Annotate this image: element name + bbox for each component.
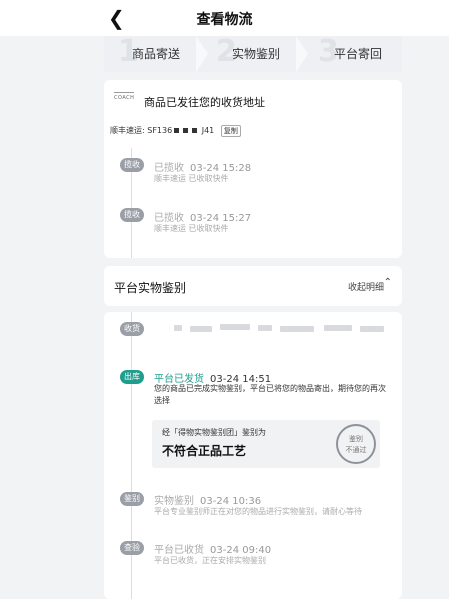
tracking-prefix: 顺丰速运: SF136 xyxy=(110,126,173,135)
tracking-suffix: J41 xyxy=(201,126,215,135)
event-title: 已揽收 03-24 15:27 xyxy=(154,209,251,224)
step-divider xyxy=(296,36,308,72)
verdict-label: 经「得物实物鉴别团」鉴别为 xyxy=(162,428,266,437)
event-desc: 平台已收货，正在安排实物鉴别 xyxy=(154,556,266,565)
blurred-text xyxy=(190,326,212,332)
authentication-section-header[interactable]: 平台实物鉴别 收起明细 ⌃ xyxy=(104,266,402,306)
event-desc: 您的商品已完成实物鉴别，平台已将您的物品寄出，期待您的再次选择 xyxy=(154,384,386,405)
status-badge: 揽收 xyxy=(120,208,144,222)
verdict-box: 经「得物实物鉴别团」鉴别为 不符合正品工艺 鉴别 不通过 xyxy=(152,420,380,468)
blurred-text xyxy=(220,324,250,330)
logo-rule xyxy=(114,92,134,93)
chevron-up-icon[interactable]: ⌃ xyxy=(384,277,392,288)
blurred-text xyxy=(360,326,384,332)
collapse-toggle[interactable]: 收起明细 xyxy=(348,280,384,293)
status-badge: 揽收 xyxy=(120,158,144,172)
verdict-result: 不符合正品工艺 xyxy=(162,444,247,458)
stamp-line: 不通过 xyxy=(345,446,367,454)
blurred-text xyxy=(324,325,352,331)
step-label: 商品寄送 xyxy=(132,47,181,61)
event-desc: 顺丰速运 已收取快件 xyxy=(154,174,229,183)
shipment-card: COACH 商品已发往您的收货地址 顺丰速运: SF136 J41 复制 揽收 … xyxy=(104,80,402,258)
blurred-text xyxy=(174,325,182,331)
status-badge: 鉴别 xyxy=(120,492,144,506)
event-title: 已揽收 03-24 15:28 xyxy=(154,159,251,174)
page-title: 查看物流 xyxy=(196,12,253,28)
blurred-text xyxy=(258,325,272,331)
tracking-number: 顺丰速运: SF136 J41 复制 xyxy=(110,125,241,137)
step-divider xyxy=(196,36,208,72)
step-label: 平台寄回 xyxy=(334,47,383,61)
event-desc: 顺丰速运 已收取快件 xyxy=(154,224,229,233)
timeline-line xyxy=(131,312,132,599)
event-title: 实物鉴别 03-24 10:36 xyxy=(154,492,261,507)
shipment-title: 商品已发往您的收货地址 xyxy=(144,96,265,109)
progress-steps: 1 商品寄送 2 实物鉴别 3 平台寄回 xyxy=(104,34,402,72)
masked-digit xyxy=(174,128,180,133)
blurred-text xyxy=(280,326,314,332)
masked-digit xyxy=(183,128,189,133)
event-title: 平台已收货 03-24 09:40 xyxy=(154,541,271,556)
authentication-timeline: 收货 出库 平台已发货 03-24 14:51 您的商品已完成实物鉴别，平台已将您… xyxy=(104,312,402,599)
step-label: 实物鉴别 xyxy=(232,47,281,61)
masked-digit xyxy=(192,128,198,133)
status-badge: 出库 xyxy=(120,370,144,384)
event-desc: 平台专业鉴别师正在对您的物品进行实物鉴别，请耐心等待 xyxy=(154,507,362,516)
stamp-line: 鉴别 xyxy=(349,435,363,443)
status-badge: 查验 xyxy=(120,541,144,555)
rejection-stamp: 鉴别 不通过 xyxy=(336,424,376,464)
nav-bar: ❮ 查看物流 xyxy=(0,0,449,36)
copy-button[interactable]: 复制 xyxy=(220,125,241,137)
section-title: 平台实物鉴别 xyxy=(114,281,187,295)
status-badge: 收货 xyxy=(120,322,144,336)
brand-logo: COACH xyxy=(114,95,135,101)
